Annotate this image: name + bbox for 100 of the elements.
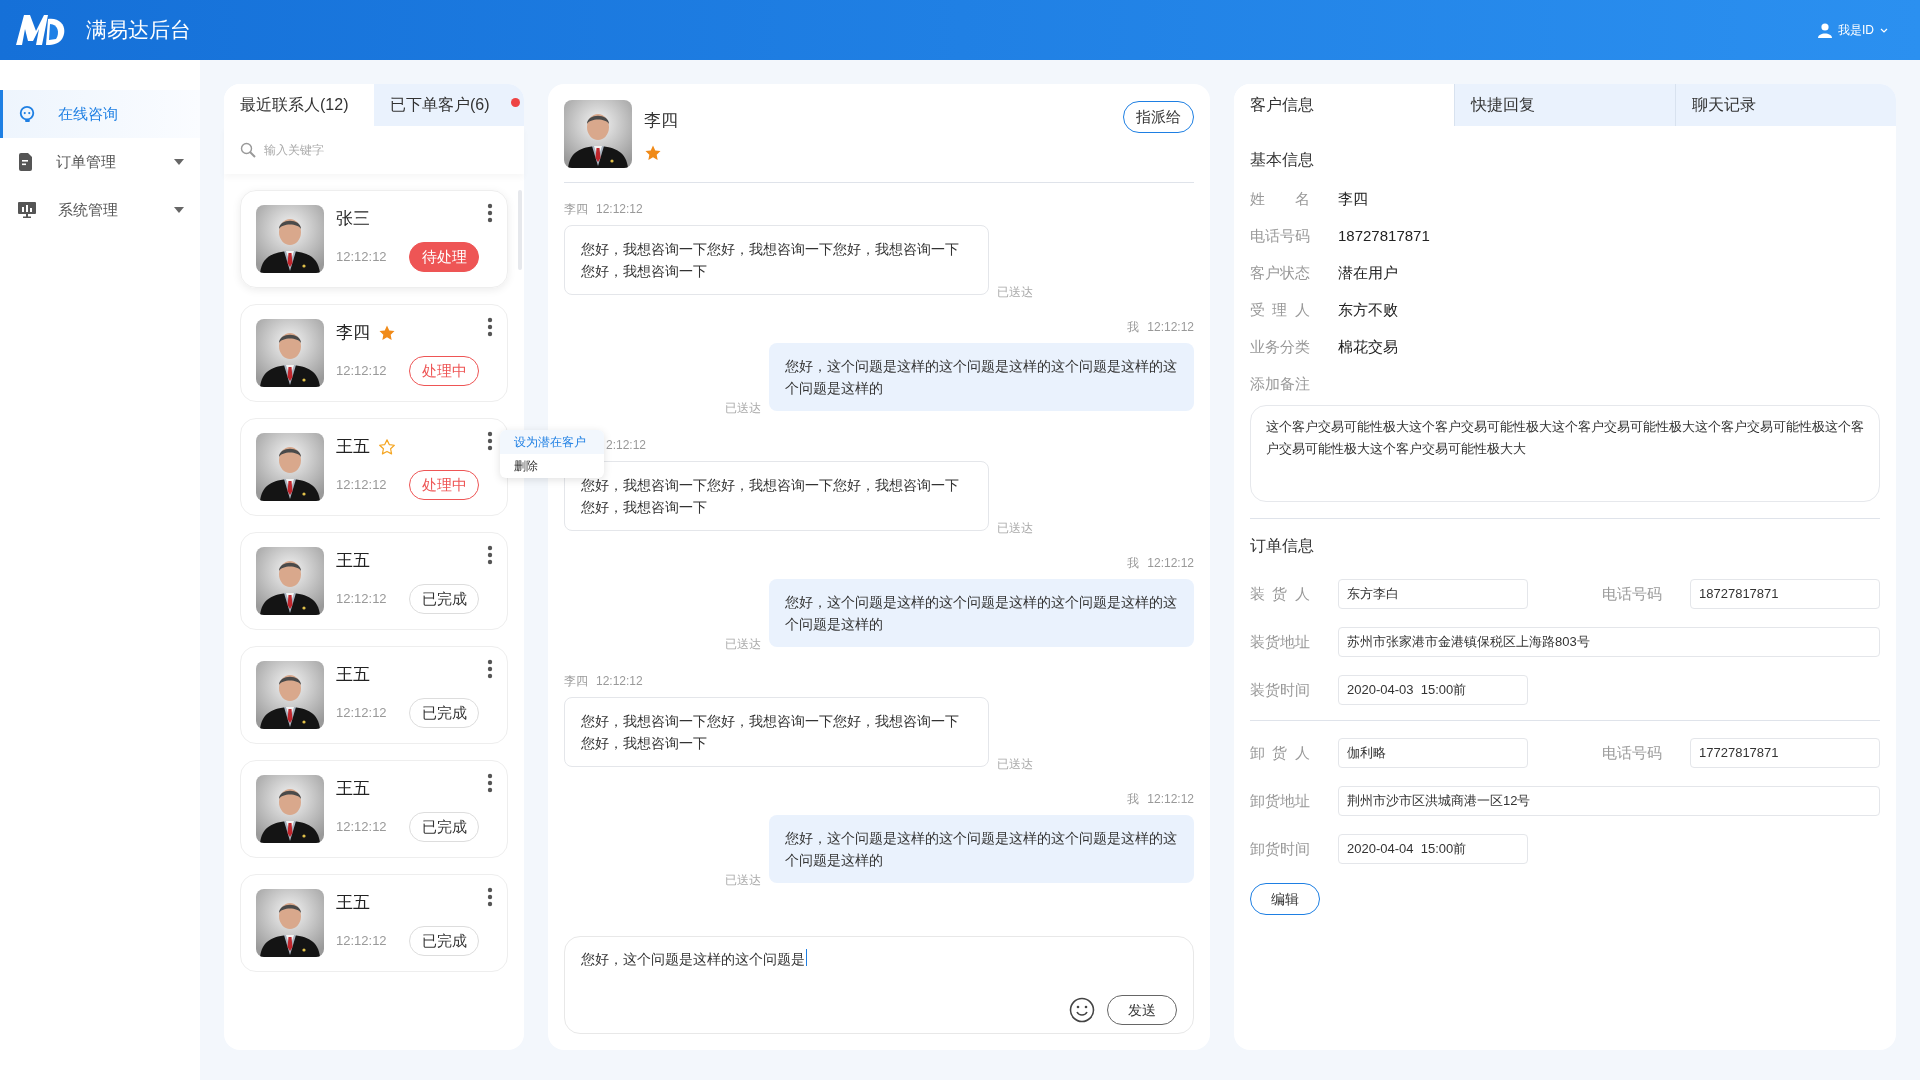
contact-card[interactable]: 王五 12:12:12 已完成 xyxy=(240,646,508,744)
status-badge: 已完成 xyxy=(409,925,479,956)
contact-time: 12:12:12 xyxy=(336,476,387,494)
field-label: 受 理 人 xyxy=(1250,300,1310,321)
sender-name: 李四 xyxy=(564,201,588,218)
delivery-status: 已送达 xyxy=(997,756,1033,773)
section-title: 基本信息 xyxy=(1250,150,1315,170)
input-field[interactable]: 伽利略 xyxy=(1338,738,1528,768)
field-label: 客户状态 xyxy=(1250,263,1310,284)
field-label: 卸 货 人 xyxy=(1250,742,1310,763)
delivery-status: 已送达 xyxy=(725,872,761,889)
status-badge: 已完成 xyxy=(409,811,479,842)
contact-name: 王五 xyxy=(336,892,370,915)
input-field[interactable]: 2020-04-04 15:00前 xyxy=(1338,834,1528,864)
menu-item[interactable]: 设为潜在客户 xyxy=(500,430,604,454)
contact-time: 12:12:12 xyxy=(336,932,387,950)
user-icon xyxy=(1818,22,1832,38)
contact-card[interactable]: 李四 12:12:12 处理中 xyxy=(240,304,508,402)
input-text: 您好，这个问题是这样的这个问题是 xyxy=(581,950,805,969)
logo-icon xyxy=(16,15,66,45)
input-field[interactable]: 2020-04-03 15:00前 xyxy=(1338,675,1528,705)
delivery-status: 已送达 xyxy=(997,284,1033,301)
sidebar-item[interactable]: 订单管理 xyxy=(0,138,200,186)
field-label: 添加备注 xyxy=(1250,374,1310,395)
document-icon xyxy=(18,153,34,171)
field-label: 装货时间 xyxy=(1250,679,1310,700)
more-icon[interactable] xyxy=(487,203,493,223)
sidebar-item[interactable]: 在线咨询 xyxy=(0,90,200,138)
sender-name: 我 xyxy=(1127,555,1140,572)
details-tab[interactable]: 快捷回复 xyxy=(1454,84,1675,126)
details-tab[interactable]: 聊天记录 xyxy=(1675,84,1896,126)
sent-message: 您好，这个问题是这样的这个问题是这样的这个问题是这样的这个问题是这样的 xyxy=(769,815,1194,883)
more-icon[interactable] xyxy=(487,545,493,565)
contact-card[interactable]: 张三 12:12:12 待处理 xyxy=(240,190,508,288)
contact-tab[interactable]: 已下单客户(6) xyxy=(374,84,524,126)
message-time: 2:12:12 xyxy=(606,437,647,454)
more-icon[interactable] xyxy=(487,659,493,679)
contact-time: 12:12:12 xyxy=(336,704,387,722)
contact-time: 12:12:12 xyxy=(336,590,387,608)
contact-name: 王五 xyxy=(336,778,370,801)
contact-name: 王五 xyxy=(336,664,370,687)
delivery-status: 已送达 xyxy=(725,636,761,653)
sent-message: 您好，这个问题是这样的这个问题是这样的这个问题是这样的这个问题是这样的 xyxy=(769,343,1194,411)
input-field[interactable]: 荆州市沙市区洪城商港一区12号 xyxy=(1338,786,1880,816)
sender-name: 李四 xyxy=(564,673,588,690)
sender-name: 我 xyxy=(1127,319,1140,336)
field-label: 电话号码 xyxy=(1602,583,1662,604)
contact-card[interactable]: 王五 12:12:12 处理中 xyxy=(240,418,508,516)
message-input[interactable]: 您好，这个问题是这样的这个问题是 发送 xyxy=(564,936,1194,1034)
contact-card[interactable]: 王五 12:12:12 已完成 xyxy=(240,760,508,858)
field-value: 李四 xyxy=(1338,189,1368,210)
more-icon[interactable] xyxy=(487,317,493,337)
field-value: 东方不败 xyxy=(1338,300,1398,321)
field-value: 18727817871 xyxy=(1338,226,1430,247)
field-label: 姓 名 xyxy=(1250,189,1310,210)
sidebar-item[interactable]: 系统管理 xyxy=(0,186,200,234)
contact-name: 王五 xyxy=(336,550,370,573)
delivery-status: 已送达 xyxy=(725,400,761,417)
notes-field[interactable]: 这个客户交易可能性极大这个客户交易可能性极大这个客户交易可能性极大这个客户交易可能性极这个客户交易可能性极大这个客户交易可能性极大大 xyxy=(1250,405,1880,502)
field-label: 装 货 人 xyxy=(1250,583,1310,604)
field-label: 电话号码 xyxy=(1250,226,1310,247)
received-message: 您好，我想咨询一下您好，我想咨询一下您好，我想咨询一下您好，我想咨询一下 xyxy=(564,225,989,295)
message-time: 12:12:12 xyxy=(1147,791,1194,808)
message-time: 12:12:12 xyxy=(596,673,643,690)
app-title: 满易达后台 xyxy=(86,17,191,44)
input-field[interactable]: 18727817871 xyxy=(1690,579,1880,609)
field-label: 卸货时间 xyxy=(1250,838,1310,859)
status-badge: 已完成 xyxy=(409,697,479,728)
status-badge: 已完成 xyxy=(409,583,479,614)
field-value: 潜在用户 xyxy=(1338,263,1398,284)
contact-name: 王五 xyxy=(336,436,370,459)
field-label: 电话号码 xyxy=(1602,742,1662,763)
delivery-status: 已送达 xyxy=(997,520,1033,537)
section-title: 订单信息 xyxy=(1250,536,1315,556)
message-time: 12:12:12 xyxy=(1147,319,1194,336)
sender-name: 我 xyxy=(1127,791,1140,808)
status-badge: 处理中 xyxy=(409,355,479,386)
received-message: 您好，我想咨询一下您好，我想咨询一下您好，我想咨询一下您好，我想咨询一下 xyxy=(564,697,989,767)
field-label: 卸货地址 xyxy=(1250,790,1310,811)
contact-time: 12:12:12 xyxy=(336,818,387,836)
contact-time: 12:12:12 xyxy=(336,248,387,266)
more-icon[interactable] xyxy=(487,431,493,451)
more-icon[interactable] xyxy=(487,887,493,907)
input-field[interactable]: 苏州市张家港市金港镇保税区上海路803号 xyxy=(1338,627,1880,657)
contact-card[interactable]: 王五 12:12:12 已完成 xyxy=(240,532,508,630)
input-field[interactable]: 东方李白 xyxy=(1338,579,1528,609)
more-icon[interactable] xyxy=(487,773,493,793)
status-badge: 待处理 xyxy=(409,241,479,272)
message-time: 12:12:12 xyxy=(1147,555,1194,572)
star-outline-icon[interactable] xyxy=(378,438,396,456)
received-message: 您好，我想咨询一下您好，我想咨询一下您好，我想咨询一下您好，我想咨询一下 xyxy=(564,461,989,531)
search-field[interactable]: 输入关键字 xyxy=(264,141,508,159)
contact-time: 12:12:12 xyxy=(336,362,387,380)
input-field[interactable]: 17727817871 xyxy=(1690,738,1880,768)
emoji-icon[interactable] xyxy=(1069,997,1095,1023)
star-icon[interactable] xyxy=(378,324,396,342)
headset-icon xyxy=(18,105,36,123)
field-label: 业务分类 xyxy=(1250,337,1310,358)
contact-name: 李四 xyxy=(644,110,679,132)
contact-card[interactable]: 王五 12:12:12 已完成 xyxy=(240,874,508,972)
